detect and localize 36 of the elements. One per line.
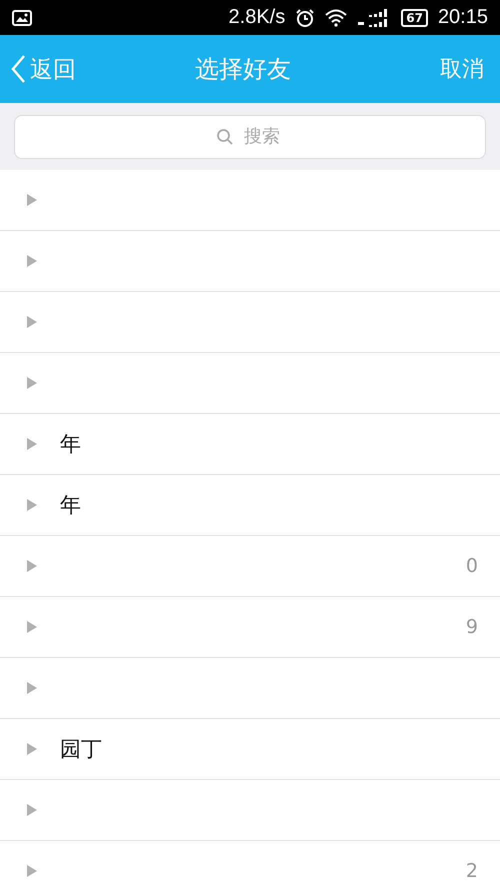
wifi-icon <box>325 8 348 26</box>
group-name: 园丁 <box>60 736 102 763</box>
cancel-button[interactable]: 取消 <box>440 54 484 84</box>
triangle-right-icon <box>26 315 38 329</box>
chevron-left-icon <box>10 54 26 84</box>
friend-group[interactable]: 园丁 <box>0 719 500 780</box>
group-name: 年 <box>60 431 81 458</box>
triangle-right-icon <box>26 742 38 756</box>
triangle-right-icon <box>26 620 38 634</box>
friend-group[interactable]: 年 <box>0 414 500 475</box>
group-count: 2 <box>466 860 478 882</box>
friend-group[interactable]: 年 <box>0 475 500 536</box>
image-icon <box>12 10 32 26</box>
search-icon <box>216 128 234 146</box>
network-speed: 2.8K/s <box>228 6 286 29</box>
triangle-right-icon <box>26 803 38 817</box>
group-count: 9 <box>466 616 478 638</box>
friend-group[interactable]: 0 <box>0 536 500 597</box>
triangle-right-icon <box>26 681 38 695</box>
friend-group[interactable]: 9 <box>0 597 500 658</box>
triangle-right-icon <box>26 498 38 512</box>
group-name: 年 <box>60 492 81 519</box>
search-field[interactable]: 搜索 <box>14 114 486 158</box>
triangle-right-icon <box>26 376 38 390</box>
clock-time: 20:15 <box>438 6 488 29</box>
page-title: 选择好友 <box>194 54 292 85</box>
triangle-right-icon <box>26 437 38 451</box>
friend-group[interactable]: 2 <box>0 841 500 889</box>
triangle-right-icon <box>26 193 38 207</box>
triangle-right-icon <box>26 254 38 268</box>
alarm-icon <box>295 8 316 28</box>
group-count: 0 <box>466 555 478 577</box>
back-button[interactable]: 返回 <box>10 54 76 84</box>
battery-level: 67 <box>401 8 428 26</box>
triangle-right-icon <box>26 864 38 878</box>
triangle-right-icon <box>26 559 38 573</box>
